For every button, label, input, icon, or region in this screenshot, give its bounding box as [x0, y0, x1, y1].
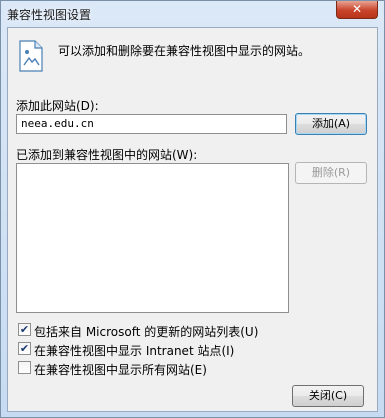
site-list-label: 已添加到兼容性视图中的网站(W): — [16, 148, 198, 162]
checkbox-show-all-sites[interactable] — [18, 361, 31, 374]
option-label[interactable]: 在兼容性视图中显示 Intranet 站点(I) — [34, 342, 234, 359]
dialog-body: 可以添加和删除要在兼容性视图中显示的网站。 添加此网站(D): neea.edu… — [7, 27, 378, 412]
window-close-button[interactable]: ✕ — [336, 1, 378, 19]
title-bar: 兼容性视图设置 ✕ — [1, 1, 384, 27]
add-button[interactable]: 添加(A) — [295, 113, 367, 135]
website-list-icon — [19, 40, 43, 72]
checkbox-include-ms-list[interactable]: ✔ — [18, 323, 31, 336]
option-label[interactable]: 包括来自 Microsoft 的更新的网站列表(U) — [34, 323, 258, 340]
checkbox-show-intranet[interactable]: ✔ — [18, 342, 31, 355]
info-text: 可以添加和删除要在兼容性视图中显示的网站。 — [58, 44, 311, 58]
site-list[interactable] — [16, 163, 289, 313]
close-button[interactable]: 关闭(C) — [292, 385, 364, 407]
compat-view-dialog: 兼容性视图设置 ✕ 可以添加和删除要在兼容性视图中显示的网站。 添加此网站(D)… — [0, 0, 385, 418]
window-title: 兼容性视图设置 — [7, 8, 92, 22]
remove-button[interactable]: 删除(R) — [295, 162, 367, 184]
add-site-label: 添加此网站(D): — [16, 99, 99, 113]
add-site-input[interactable]: neea.edu.cn — [16, 114, 287, 134]
option-label[interactable]: 在兼容性视图中显示所有网站(E) — [34, 361, 207, 378]
